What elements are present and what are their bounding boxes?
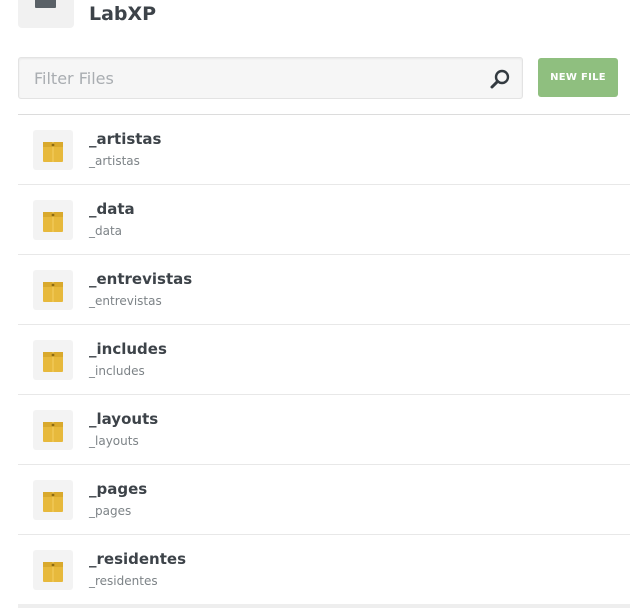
file-icon-box xyxy=(33,130,73,170)
file-path: _residentes xyxy=(89,574,158,588)
file-name[interactable]: _includes xyxy=(89,340,167,358)
file-path: _layouts xyxy=(89,434,139,448)
file-name[interactable]: _artistas xyxy=(89,130,161,148)
site-thumbnail[interactable] xyxy=(18,0,74,28)
file-name[interactable]: _data xyxy=(89,200,135,218)
folder-icon xyxy=(43,212,63,232)
folder-icon xyxy=(43,282,63,302)
file-list: _artistas _artistas _data _data _entrevistas… xyxy=(18,115,630,605)
search-icon[interactable] xyxy=(488,67,512,91)
file-row[interactable]: _entrevistas _entrevistas xyxy=(18,255,630,325)
file-row[interactable]: _data _data xyxy=(18,185,630,255)
file-path: _artistas xyxy=(89,154,140,168)
file-row[interactable]: _pages _pages xyxy=(18,465,630,535)
filter-files-box xyxy=(18,57,523,99)
file-icon-box xyxy=(33,550,73,590)
file-icon-box xyxy=(33,480,73,520)
file-path: _entrevistas xyxy=(89,294,162,308)
files-page: LabXP NEW FILE _artistas_artistas_data_d… xyxy=(0,0,630,608)
file-row[interactable]: _layouts _layouts xyxy=(18,395,630,465)
site-header: LabXP xyxy=(18,0,618,28)
file-name[interactable]: _residentes xyxy=(89,550,186,568)
site-title: LabXP xyxy=(89,3,157,25)
site-thumbnail-icon xyxy=(35,0,56,8)
file-name[interactable]: _layouts xyxy=(89,410,158,428)
folder-icon xyxy=(43,352,63,372)
folder-icon xyxy=(43,422,63,442)
filter-files-input[interactable] xyxy=(19,58,479,98)
file-path: _pages xyxy=(89,504,132,518)
file-icon-box xyxy=(33,410,73,450)
file-icon-box xyxy=(33,200,73,240)
file-icon-box xyxy=(33,340,73,380)
file-name[interactable]: _entrevistas xyxy=(89,270,192,288)
file-icon-box xyxy=(33,270,73,310)
file-path: _includes xyxy=(89,364,145,378)
folder-icon xyxy=(43,492,63,512)
new-file-button[interactable]: NEW FILE xyxy=(538,58,618,97)
file-path: _data xyxy=(89,224,123,238)
file-row[interactable]: _residentes _residentes xyxy=(18,535,630,605)
file-name[interactable]: _pages xyxy=(89,480,147,498)
file-row[interactable]: _includes _includes xyxy=(18,325,630,395)
file-row[interactable]: _artistas _artistas xyxy=(18,115,630,185)
folder-icon xyxy=(43,562,63,582)
folder-icon xyxy=(43,142,63,162)
list-bottom-edge xyxy=(18,604,630,608)
